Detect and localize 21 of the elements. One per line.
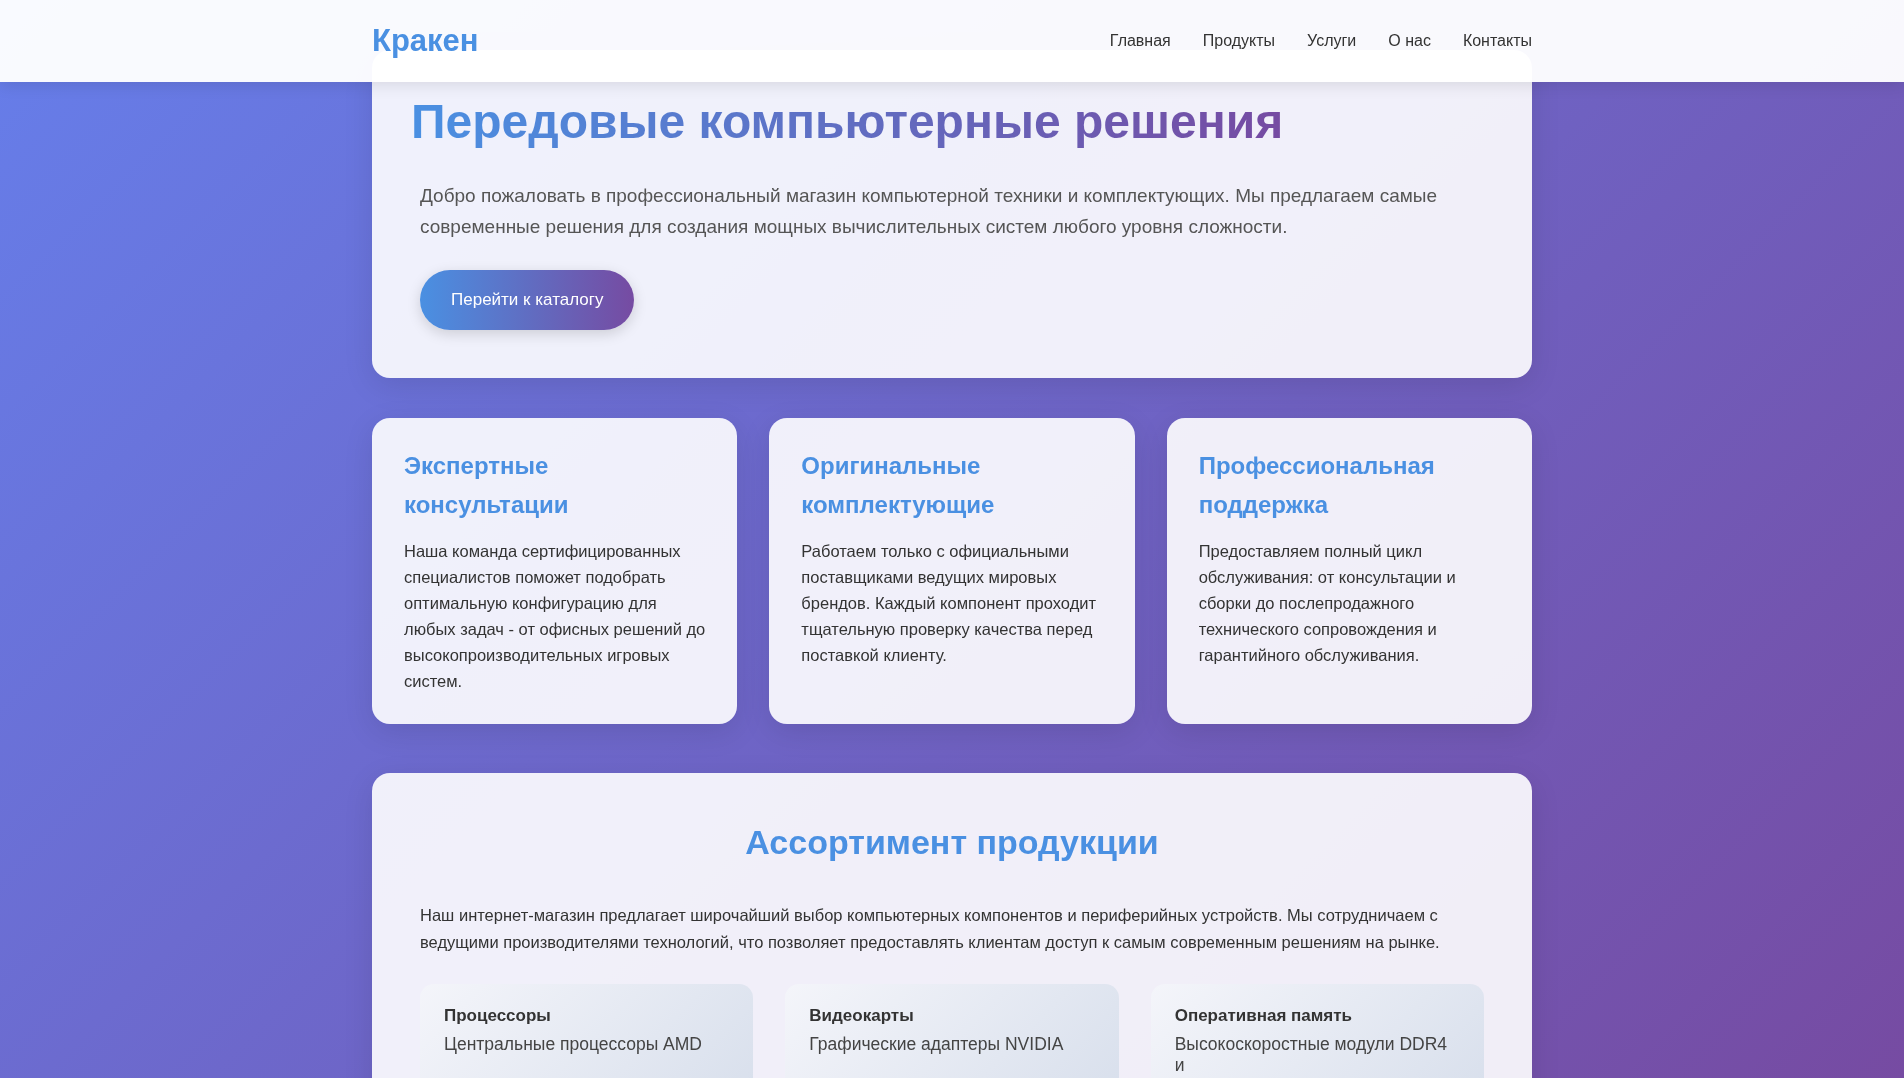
nav-link[interactable]: Главная xyxy=(1109,32,1171,50)
product-text: Высокоскоростные модули DDR4 и xyxy=(1174,1034,1449,1076)
nav-link[interactable]: Услуги xyxy=(1307,32,1357,50)
product-title: Оперативная память xyxy=(1174,1006,1354,1026)
hero-text: Добро пожаловать в профессиональный магазин компьютерной техники и комплектующих. Мы предлагаем самые современные решения для создания мощных вычислительных систем любого уровня сложности. xyxy=(420,184,1439,239)
section-text: Наш интернет-магазин предлагает широчайший выбор компьютерных компонентов и периферийных устройств. Мы сотрудничаем с ведущими производителями технологий, что позволяет предоставлять клиентам доступ к самым современным решениям на рынке. xyxy=(420,905,1441,953)
product-title: Видеокарты xyxy=(809,1006,915,1026)
feature-text: Работаем только с официальными поставщиками ведущих мировых брендов. Каждый компонент проходит тщательную проверку качества перед поставкой клиенту. xyxy=(801,541,1098,666)
feature-title: Экспертные консультации xyxy=(404,451,570,520)
product-title: Процессоры xyxy=(444,1006,552,1026)
catalog-button[interactable]: Перейти к каталогу xyxy=(420,270,635,330)
product-text: Графические адаптеры NVIDIA xyxy=(809,1034,1065,1055)
nav-link[interactable]: Контакты xyxy=(1462,32,1532,50)
product-text: Центральные процессоры AMD xyxy=(444,1034,703,1055)
feature-title: Оригинальные комплектующие xyxy=(801,451,996,520)
feature-text: Наша команда сертифицированных специалистов поможет подобрать оптимальную конфигурацию для любых задач - от офисных решений до высокопроизводительных игровых систем. xyxy=(404,541,706,692)
feature-title: Профессиональная поддержка xyxy=(1198,451,1436,520)
nav-link[interactable]: Продукты xyxy=(1202,32,1276,50)
section-title: Ассортимент продукции xyxy=(744,823,1160,862)
nav-link[interactable]: О нас xyxy=(1388,32,1431,50)
feature-text: Предоставляем полный цикл обслуживания: от консультации и сборки до послепродажного технического сопровождения и гарантийного обслуживания. xyxy=(1198,541,1457,666)
